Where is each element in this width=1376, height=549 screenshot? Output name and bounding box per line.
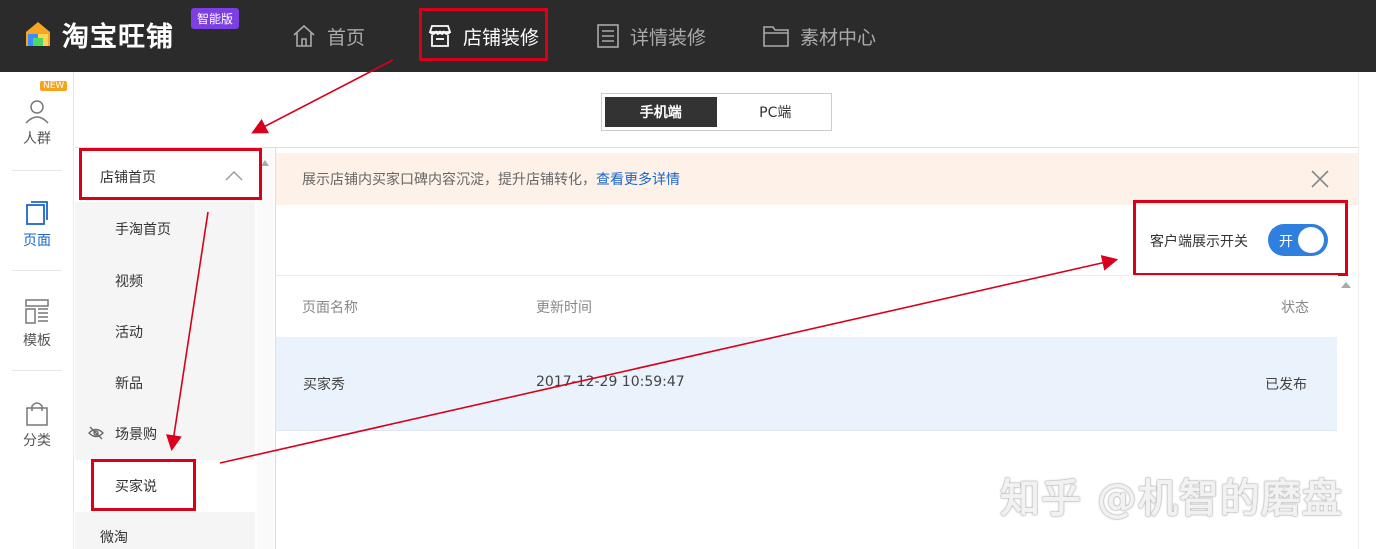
highlight-box-menu-group <box>79 148 262 200</box>
rail-item-pages[interactable]: 页面 <box>0 200 74 250</box>
rail-item-templates[interactable]: 模板 <box>0 298 74 350</box>
nav-home[interactable]: 首页 <box>291 0 365 72</box>
watermark: 知乎 @机智的磨盘 <box>1000 476 1343 522</box>
notice-more-link[interactable]: 查看更多详情 <box>596 169 680 189</box>
rail-item-pages-label: 页面 <box>23 233 51 249</box>
edition-badge: 智能版 <box>191 8 240 29</box>
nav-detail-decoration-label: 详情装修 <box>630 26 707 49</box>
hidden-eye-icon <box>88 426 104 440</box>
menu-item-mobile-home[interactable]: 手淘首页 <box>75 219 255 239</box>
rail-item-categories-label: 分类 <box>23 433 51 449</box>
device-switch: 手机端 PC端 <box>601 93 832 131</box>
col-header-updated: 更新时间 <box>536 300 592 316</box>
rail-divider <box>12 270 62 271</box>
user-icon <box>25 100 49 124</box>
menu-item-new-arrivals[interactable]: 新品 <box>75 373 255 393</box>
table-divider <box>276 275 1338 276</box>
nav-material-center-label: 素材中心 <box>800 26 877 49</box>
rail-item-audience-label: 人群 <box>23 131 51 147</box>
brand-logo[interactable]: 淘宝旺铺 <box>22 14 174 54</box>
rail-item-templates-label: 模板 <box>23 333 51 349</box>
col-header-status: 状态 <box>1281 300 1309 316</box>
row-updated: 2017-12-29 10:59:47 <box>536 374 685 390</box>
highlight-box-buyer-says <box>91 459 196 511</box>
table-scroll-up-arrow[interactable] <box>1341 282 1351 288</box>
menu-scrollbar[interactable] <box>257 148 274 549</box>
bag-icon <box>26 402 48 426</box>
menu-item-weitao[interactable]: 微淘 <box>75 527 255 547</box>
col-header-page-name: 页面名称 <box>302 300 358 316</box>
menu-item-activity[interactable]: 活动 <box>75 322 255 342</box>
rail-item-categories[interactable]: 分类 <box>0 400 74 450</box>
brand-name: 淘宝旺铺 <box>62 21 174 53</box>
menu-item-scene-shopping[interactable]: 场景购 <box>75 424 255 444</box>
rail-divider <box>12 370 62 371</box>
mobile-tab[interactable]: 手机端 <box>605 97 717 127</box>
top-bar: 淘宝旺铺 智能版 首页 店铺装修 详情装修 素材中心 <box>0 0 1376 72</box>
highlight-box-toggle <box>1133 200 1348 276</box>
pc-tab[interactable]: PC端 <box>720 94 832 130</box>
close-icon[interactable] <box>1310 169 1330 189</box>
nav-home-label: 首页 <box>327 26 366 49</box>
highlight-box-nav <box>419 8 548 61</box>
notice-bar: 展示店铺内买家口碑内容沉淀，提升店铺转化， 查看更多详情 <box>276 153 1358 205</box>
nav-detail-decoration[interactable]: 详情装修 <box>596 0 706 72</box>
scroll-up-arrow[interactable] <box>261 160 269 166</box>
left-rail: 人群 NEW 页面 模板 分类 <box>0 72 74 549</box>
page-icon <box>26 201 48 225</box>
row-status: 已发布 <box>1265 377 1307 393</box>
brand-logo-icon <box>22 18 54 50</box>
new-badge: NEW <box>40 81 68 91</box>
nav-material-center[interactable]: 素材中心 <box>762 0 876 72</box>
folder-icon <box>763 26 789 47</box>
table-row[interactable]: 买家秀 2017-12-29 10:59:47 已发布 <box>276 337 1337 431</box>
row-page-name: 买家秀 <box>303 377 345 393</box>
menu-item-scene-shopping-label: 场景购 <box>115 427 157 443</box>
right-scroll-strip <box>1358 72 1376 549</box>
rail-divider <box>12 170 62 171</box>
notice-text: 展示店铺内买家口碑内容沉淀，提升店铺转化， <box>302 172 596 188</box>
menu-item-video[interactable]: 视频 <box>75 271 255 291</box>
template-icon <box>25 299 49 324</box>
list-icon <box>597 24 619 48</box>
home-icon <box>293 24 315 47</box>
rail-item-audience[interactable]: 人群 <box>0 98 74 148</box>
